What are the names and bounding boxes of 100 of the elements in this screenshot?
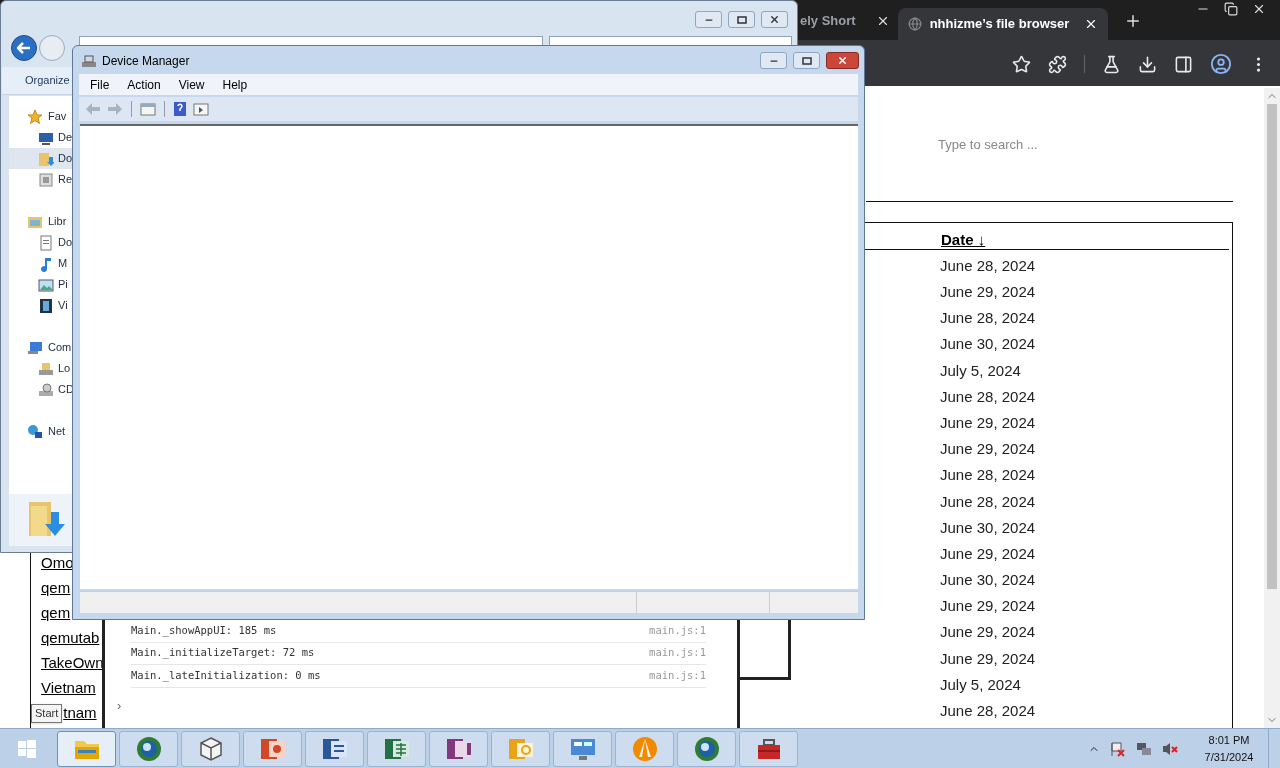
- star-icon: [27, 108, 43, 125]
- nav-item[interactable]: Lo: [9, 358, 72, 379]
- tooltip: Start: [31, 704, 63, 723]
- close-button[interactable]: [826, 52, 859, 69]
- speaker-muted-icon[interactable]: [1162, 740, 1178, 757]
- properties-icon[interactable]: [193, 102, 209, 116]
- minimize-button[interactable]: [695, 11, 722, 28]
- music-note-icon: [38, 255, 54, 272]
- tab-title: nhhizme’s file browser: [929, 15, 1070, 34]
- windows-logo-icon: [17, 738, 37, 759]
- taskbar-button[interactable]: [553, 730, 612, 767]
- star-icon[interactable]: [1012, 54, 1031, 74]
- taskbar-button[interactable]: [739, 730, 798, 767]
- nav-item[interactable]: Do: [9, 148, 74, 169]
- date-cell-text: June 28, 2024: [940, 491, 1036, 512]
- computer-icon: [27, 339, 43, 356]
- taskbar-button[interactable]: [243, 730, 302, 767]
- date-cell-text: June 28, 2024: [940, 386, 1036, 407]
- taskbar-button[interactable]: [677, 730, 736, 767]
- file-link[interactable]: Omo: [41, 552, 74, 575]
- menu-item[interactable]: Help: [222, 75, 248, 94]
- maximize-icon: [801, 56, 812, 65]
- taskbar-button[interactable]: [429, 730, 488, 767]
- menu-item[interactable]: View: [178, 75, 205, 94]
- nav-item[interactable]: De: [9, 127, 74, 148]
- menu-item[interactable]: Action: [127, 75, 161, 94]
- scrollbar[interactable]: [1264, 88, 1280, 728]
- nav-item[interactable]: Fav: [9, 106, 67, 127]
- close-button[interactable]: [761, 11, 788, 28]
- cone-icon: [630, 734, 659, 763]
- side-panel-icon[interactable]: [1174, 54, 1193, 74]
- taskbar-button[interactable]: [305, 730, 364, 767]
- date-cell-text: June 29, 2024: [940, 596, 1036, 617]
- clock-time[interactable]: 8:01 PM: [1208, 732, 1250, 749]
- clock-date[interactable]: 7/31/2024: [1204, 748, 1254, 765]
- nav-item[interactable]: Pi: [9, 274, 69, 295]
- film-icon: [38, 297, 54, 314]
- restore-icon[interactable]: [1224, 2, 1238, 16]
- organize-menu[interactable]: Organize: [25, 72, 70, 89]
- search-field[interactable]: Type to search ...: [932, 133, 1222, 155]
- taskbar-button[interactable]: [57, 730, 116, 767]
- download-icon[interactable]: [1138, 54, 1157, 74]
- globe-icon: [907, 17, 922, 31]
- column-header[interactable]: Date ↓: [941, 231, 986, 248]
- console-message: Main._initializeTarget: 72 ms: [131, 645, 315, 661]
- file-link[interactable]: tnam: [63, 702, 97, 725]
- nav-item[interactable]: Com: [9, 337, 72, 358]
- recent-places-icon: [38, 171, 54, 188]
- tab-title: ely Short: [800, 12, 856, 31]
- extension-icon[interactable]: [1048, 54, 1067, 74]
- nav-item[interactable]: Re: [9, 169, 74, 190]
- help-icon[interactable]: [173, 101, 187, 117]
- date-cell-text: June 29, 2024: [940, 543, 1036, 564]
- nav-item[interactable]: M: [9, 253, 69, 274]
- file-link[interactable]: Vietnam: [41, 677, 96, 700]
- date-cell-text: June 28, 2024: [940, 465, 1036, 486]
- maximize-button[interactable]: [728, 11, 755, 28]
- taskbar-button[interactable]: [181, 730, 240, 767]
- minimize-button[interactable]: [760, 52, 787, 69]
- flask-icon[interactable]: [1102, 54, 1121, 74]
- nav-item[interactable]: Net: [9, 421, 66, 442]
- nav-item[interactable]: Libr: [9, 211, 67, 232]
- date-cell-text: June 28, 2024: [940, 255, 1036, 276]
- globe-icon: [134, 734, 163, 763]
- console-prompt[interactable]: ›: [117, 695, 711, 715]
- close-icon[interactable]: [1252, 2, 1266, 16]
- close-icon: [837, 55, 848, 66]
- browser-tab[interactable]: ely Short: [800, 8, 890, 34]
- date-cell-text: June 28, 2024: [940, 308, 1036, 329]
- date-cell-text: June 30, 2024: [940, 517, 1036, 538]
- date-cell-text: June 29, 2024: [940, 439, 1036, 460]
- profile-icon[interactable]: [1210, 53, 1232, 75]
- date-cell-text: June 30, 2024: [940, 334, 1036, 355]
- taskbar-button[interactable]: [367, 730, 426, 767]
- date-cell-text: June 29, 2024: [940, 622, 1036, 643]
- nav-item[interactable]: Do: [9, 232, 74, 253]
- globe-icon: [692, 734, 721, 763]
- maximize-button[interactable]: [793, 52, 820, 69]
- network-icon: [27, 423, 43, 440]
- console-message: Main._showAppUI: 185 ms: [131, 622, 277, 639]
- date-cell-text: June 29, 2024: [940, 412, 1036, 433]
- flag-icon[interactable]: [1110, 740, 1126, 757]
- nav-item[interactable]: Vi: [9, 295, 69, 316]
- menu-item[interactable]: File: [90, 75, 110, 94]
- file-link[interactable]: TakeOwn: [41, 652, 104, 675]
- taskbar-button[interactable]: [119, 730, 178, 767]
- search-field[interactable]: [549, 36, 792, 45]
- scroll-thumb[interactable]: [1267, 104, 1277, 589]
- file-link[interactable]: qem: [41, 577, 71, 600]
- date-cell-text: June 29, 2024: [940, 648, 1036, 669]
- browser-tab[interactable]: nhhizme’s file browser: [897, 8, 1108, 40]
- address-bar[interactable]: [79, 36, 543, 45]
- file-link[interactable]: qem: [41, 602, 71, 625]
- document-icon: [38, 234, 54, 251]
- download-folder-icon: [38, 150, 54, 167]
- console-message: Main._lateInitialization: 0 ms: [131, 667, 321, 684]
- back-button[interactable]: [11, 35, 37, 61]
- device-manager-icon: [81, 53, 97, 69]
- file-link[interactable]: qemutab: [41, 627, 100, 650]
- network-icon[interactable]: [1136, 740, 1152, 757]
